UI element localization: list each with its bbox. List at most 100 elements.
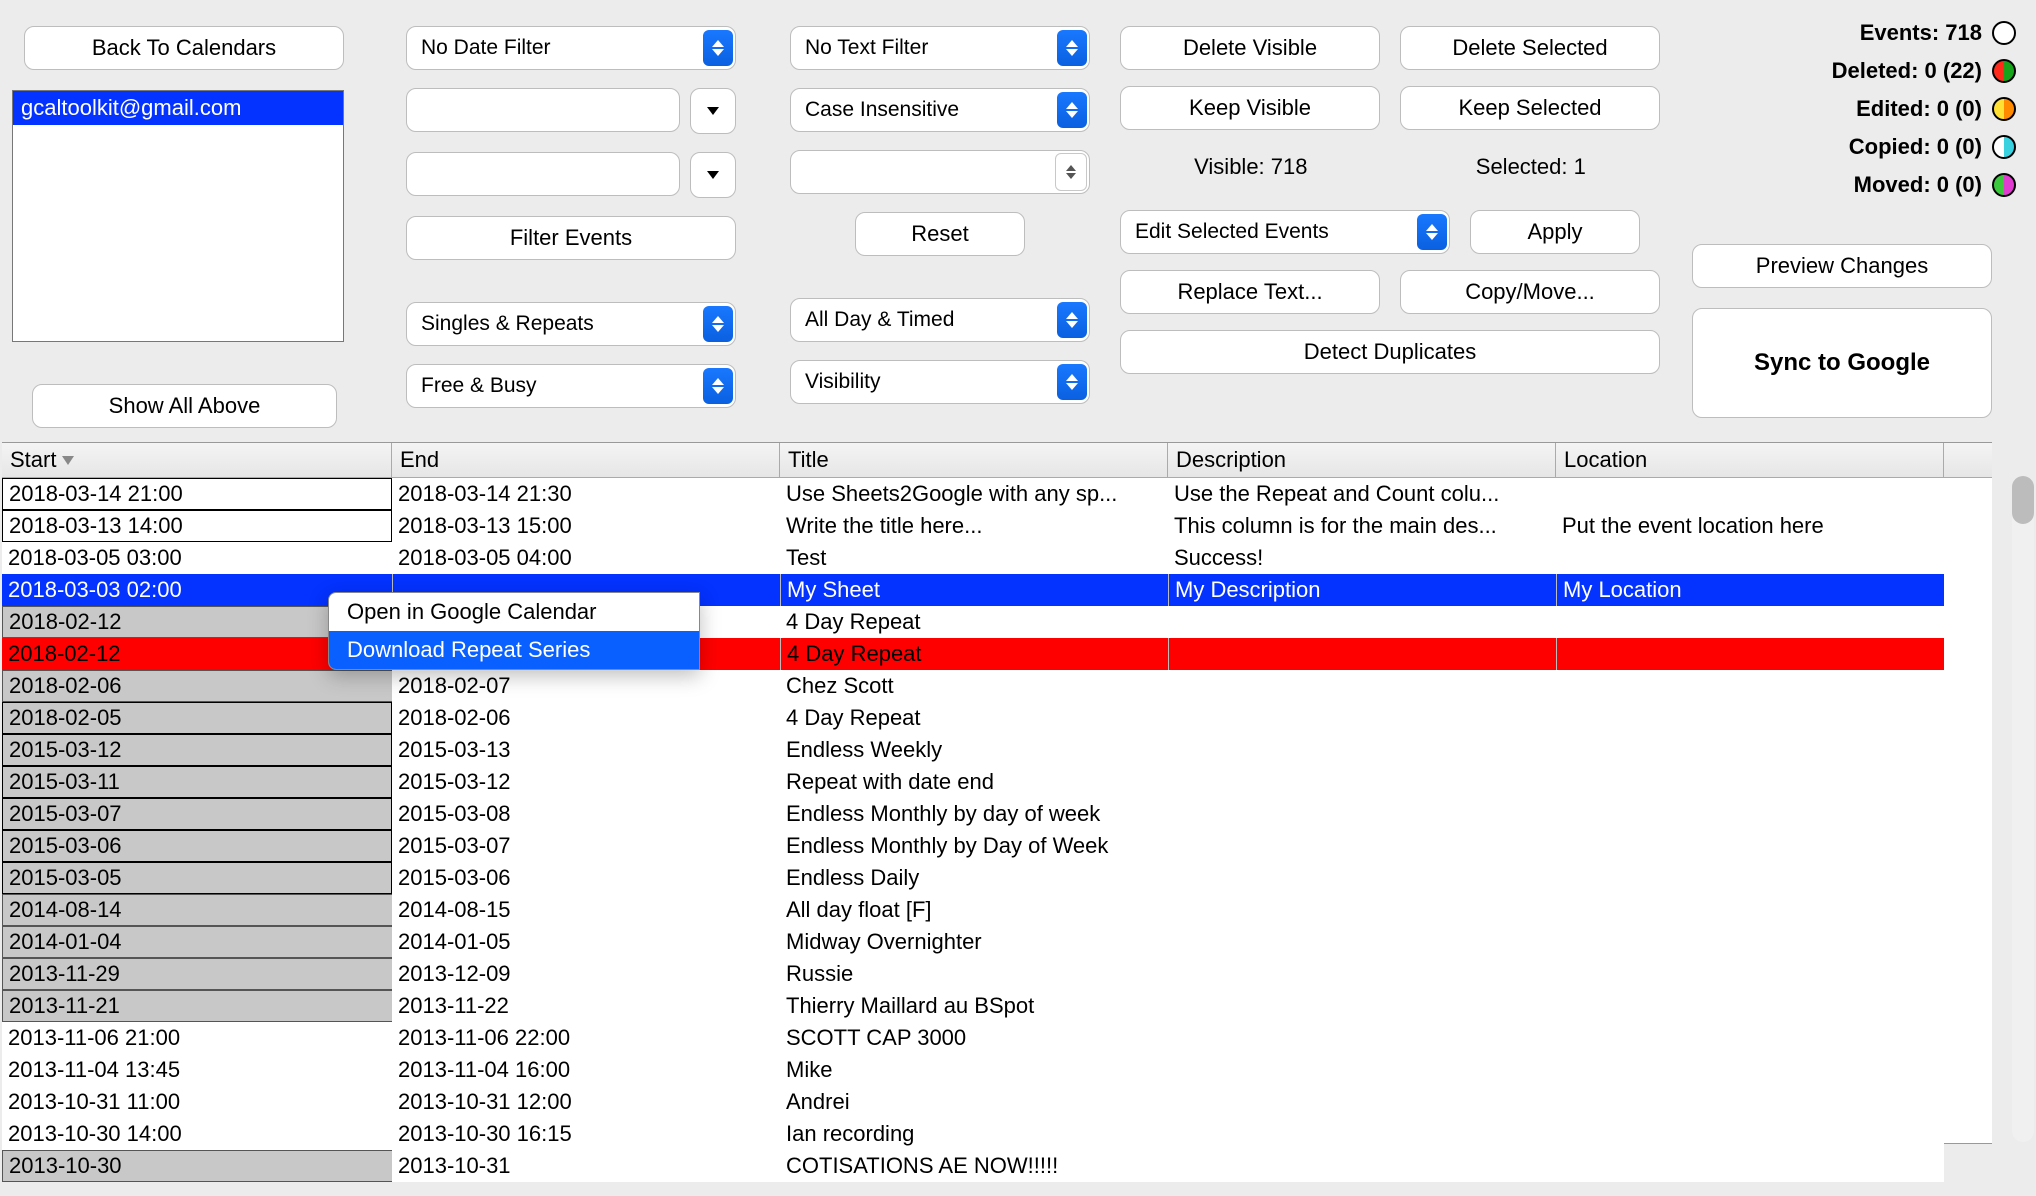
table-cell: [1556, 670, 1944, 702]
table-row[interactable]: 2015-03-052015-03-06Endless Daily: [2, 862, 1992, 894]
table-row[interactable]: 2018-02-124 Day Repeat: [2, 638, 1992, 670]
date-filter-select[interactable]: No Date Filter: [406, 26, 736, 70]
sort-desc-icon: [62, 456, 74, 465]
table-row[interactable]: 2018-02-124 Day Repeat: [2, 606, 1992, 638]
table-cell: [1168, 1118, 1556, 1150]
table-cell: [1556, 1118, 1944, 1150]
sync-to-google-button[interactable]: Sync to Google: [1692, 308, 1992, 418]
back-to-calendars-button[interactable]: Back To Calendars: [24, 26, 344, 70]
table-cell: [1168, 894, 1556, 926]
filter-text-input-1[interactable]: [406, 88, 680, 132]
table-row[interactable]: 2018-03-14 21:002018-03-14 21:30Use Shee…: [2, 478, 1992, 510]
table-row[interactable]: 2015-03-112015-03-12Repeat with date end: [2, 766, 1992, 798]
table-cell: [1556, 990, 1944, 1022]
table-row[interactable]: 2015-03-122015-03-13Endless Weekly: [2, 734, 1992, 766]
table-row[interactable]: 2014-08-142014-08-15All day float [F]: [2, 894, 1992, 926]
table-body[interactable]: 2018-03-14 21:002018-03-14 21:30Use Shee…: [2, 478, 1992, 1182]
calendar-listbox[interactable]: gcaltoolkit@gmail.com: [12, 90, 344, 342]
table-cell: 2013-10-30 16:15: [392, 1118, 780, 1150]
table-cell: 2015-03-12: [2, 734, 392, 766]
calendar-item-selected[interactable]: gcaltoolkit@gmail.com: [13, 91, 343, 125]
visibility-select[interactable]: Visibility: [790, 360, 1090, 404]
table-row[interactable]: 2018-02-052018-02-064 Day Repeat: [2, 702, 1992, 734]
table-cell: [1168, 1086, 1556, 1118]
filter-events-button[interactable]: Filter Events: [406, 216, 736, 260]
table-row[interactable]: 2013-10-30 14:002013-10-30 16:15Ian reco…: [2, 1118, 1992, 1150]
table-cell: [1168, 606, 1556, 638]
free-busy-select[interactable]: Free & Busy: [406, 364, 736, 408]
table-cell: [1556, 958, 1944, 990]
keep-visible-button[interactable]: Keep Visible: [1120, 86, 1380, 130]
text-filter-select[interactable]: No Text Filter: [790, 26, 1090, 70]
vertical-scrollbar-track[interactable]: [2012, 476, 2034, 1142]
case-mode-label: Case Insensitive: [805, 98, 959, 122]
menu-download-repeat[interactable]: Download Repeat Series: [329, 631, 699, 669]
table-cell: [1556, 1150, 1944, 1182]
table-row[interactable]: 2013-10-31 11:002013-10-31 12:00Andrei: [2, 1086, 1992, 1118]
filter-text-input-2[interactable]: [406, 152, 680, 196]
col-start[interactable]: Start: [2, 443, 392, 477]
table-row[interactable]: 2013-11-04 13:452013-11-04 16:00Mike: [2, 1054, 1992, 1086]
copy-move-button[interactable]: Copy/Move...: [1400, 270, 1660, 314]
table-cell: 2013-11-29: [2, 958, 392, 990]
table-cell: COTISATIONS AE NOW!!!!!: [780, 1150, 1168, 1182]
table-cell: 2018-03-13 15:00: [392, 510, 780, 542]
case-mode-select[interactable]: Case Insensitive: [790, 88, 1090, 132]
dropdown-button-1[interactable]: [690, 88, 736, 134]
table-cell: 2013-10-31 11:00: [2, 1086, 392, 1118]
table-row[interactable]: 2018-03-05 03:002018-03-05 04:00TestSucc…: [2, 542, 1992, 574]
table-cell: SCOTT CAP 3000: [780, 1022, 1168, 1054]
reset-button[interactable]: Reset: [855, 212, 1025, 256]
col-title[interactable]: Title: [780, 443, 1168, 477]
vertical-scrollbar-thumb[interactable]: [2012, 476, 2034, 524]
table-row[interactable]: 2013-11-212013-11-22Thierry Maillard au …: [2, 990, 1992, 1022]
show-all-above-button[interactable]: Show All Above: [32, 384, 337, 428]
table-header[interactable]: Start End Title Description Location: [2, 443, 1992, 478]
events-table[interactable]: Start End Title Description Location 201…: [2, 442, 1992, 1144]
pie-icon: [1992, 59, 2016, 83]
context-menu[interactable]: Open in Google Calendar Download Repeat …: [328, 592, 700, 670]
table-cell: 2013-10-30: [2, 1150, 392, 1182]
col-location[interactable]: Location: [1556, 443, 1944, 477]
table-row[interactable]: 2015-03-062015-03-07Endless Monthly by D…: [2, 830, 1992, 862]
table-cell: Test: [780, 542, 1168, 574]
table-cell: [1556, 478, 1944, 510]
stats-panel: Events: 718 Deleted: 0 (22) Edited: 0 (0…: [1832, 16, 2016, 206]
col-end[interactable]: End: [392, 443, 780, 477]
table-cell: [1556, 542, 1944, 574]
table-row[interactable]: 2018-03-03 02:00My SheetMy DescriptionMy…: [2, 574, 1992, 606]
replace-text-button[interactable]: Replace Text...: [1120, 270, 1380, 314]
table-row[interactable]: 2013-11-292013-12-09Russie: [2, 958, 1992, 990]
delete-visible-button[interactable]: Delete Visible: [1120, 26, 1380, 70]
edit-selected-select[interactable]: Edit Selected Events: [1120, 210, 1450, 254]
table-row[interactable]: 2015-03-072015-03-08Endless Monthly by d…: [2, 798, 1992, 830]
table-row[interactable]: 2014-01-042014-01-05Midway Overnighter: [2, 926, 1992, 958]
menu-open-in-google[interactable]: Open in Google Calendar: [329, 593, 699, 631]
keep-selected-button[interactable]: Keep Selected: [1400, 86, 1660, 130]
table-cell: 2015-03-06: [392, 862, 780, 894]
detect-duplicates-button[interactable]: Detect Duplicates: [1120, 330, 1660, 374]
table-cell: Russie: [780, 958, 1168, 990]
allday-timed-select[interactable]: All Day & Timed: [790, 298, 1090, 342]
table-row[interactable]: 2018-03-13 14:002018-03-13 15:00Write th…: [2, 510, 1992, 542]
edit-selected-label: Edit Selected Events: [1135, 220, 1329, 244]
dropdown-button-2[interactable]: [690, 152, 736, 198]
table-cell: Put the event location here: [1556, 510, 1944, 542]
numeric-input[interactable]: [790, 150, 1090, 194]
edited-count: Edited: 0 (0): [1856, 92, 1982, 126]
col-description[interactable]: Description: [1168, 443, 1556, 477]
singles-repeats-select[interactable]: Singles & Repeats: [406, 302, 736, 346]
preview-changes-button[interactable]: Preview Changes: [1692, 244, 1992, 288]
delete-selected-button[interactable]: Delete Selected: [1400, 26, 1660, 70]
table-cell: 2013-11-22: [392, 990, 780, 1022]
table-row[interactable]: 2018-02-062018-02-07Chez Scott: [2, 670, 1992, 702]
chevron-updown-icon: [703, 306, 733, 342]
table-row[interactable]: 2013-10-302013-10-31COTISATIONS AE NOW!!…: [2, 1150, 1992, 1182]
table-cell: [1168, 670, 1556, 702]
table-row[interactable]: 2013-11-06 21:002013-11-06 22:00SCOTT CA…: [2, 1022, 1992, 1054]
table-cell: 2013-10-31: [392, 1150, 780, 1182]
apply-button[interactable]: Apply: [1470, 210, 1640, 254]
table-cell: 2018-02-05: [2, 702, 392, 734]
table-cell: 2013-11-04 13:45: [2, 1054, 392, 1086]
moved-count: Moved: 0 (0): [1854, 168, 1982, 202]
